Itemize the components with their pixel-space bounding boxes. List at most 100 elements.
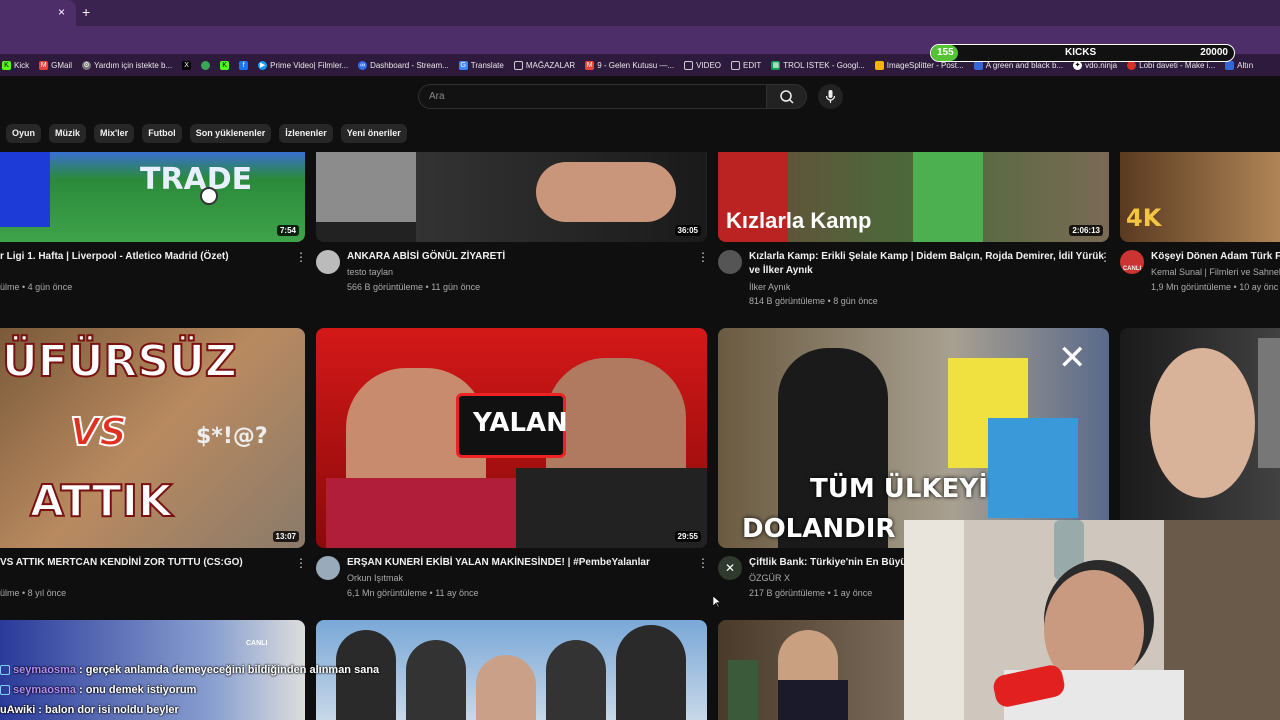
more-options-icon[interactable]: ⋮ [1099,250,1111,264]
video-title-line2[interactable]: ve İlker Aynık [749,264,813,278]
screen: × + K Kick M GMail ⚙ Yardım için istekte b.… [0,0,1280,720]
duration-badge: 2:06:13 [1069,225,1103,236]
video-meta: 566 B görüntüleme • 11 gün önce [347,282,481,292]
video-title[interactable]: Köşeyi Dönen Adam Türk Fil [1151,250,1280,264]
chat-username: seymaosma [13,684,76,696]
bookmark-altin[interactable]: Altın [1225,60,1254,70]
new-tab-button[interactable]: + [82,4,90,20]
video-thumbnail-kemal[interactable]: 4K [1120,152,1280,242]
video-meta: ülme • 4 gün önce [0,282,73,292]
chip-izlenenler[interactable]: İzlenenler [279,124,333,143]
chip-oyun[interactable]: Oyun [6,124,42,143]
video-title[interactable]: ERŞAN KUNERİ EKİBİ YALAN MAKİNESİNDE! | … [347,556,650,570]
video-title[interactable]: ANKARA ABİSİ GÖNÜL ZİYARETİ [347,250,505,264]
bookmark-folder-magazalar[interactable]: MAĞAZALAR [513,60,576,70]
more-options-icon[interactable]: ⋮ [697,556,709,570]
more-options-icon[interactable]: ⋮ [697,250,709,264]
channel-avatar[interactable] [718,250,742,274]
kicks-current: 155 [937,47,954,58]
mouse-cursor-icon [713,596,721,608]
kicks-goal: 20000 [1200,47,1228,58]
bookmark-label: Altın [1237,60,1254,70]
chat-badge-icon [0,685,10,695]
thumb-text: Kızlarla Kamp [726,208,872,233]
video-thumbnail-ankara[interactable]: 36:05 [316,152,707,242]
chip-muzik[interactable]: Müzik [49,124,87,143]
video-thumbnail-csgo[interactable]: ÜFÜRSÜZ VS $*!@? ATTIK 13:07 [0,328,305,548]
channel-avatar[interactable] [316,250,340,274]
bookmark-green-icon[interactable] [201,60,211,70]
bookmark-folder-edit[interactable]: EDIT [731,60,762,70]
bookmark-kick[interactable]: K Kick [2,60,30,70]
video-title[interactable]: Kızlarla Kamp: Erikli Şelale Kamp | Dide… [749,250,1104,264]
thumb-symbols: $*!@? [196,424,268,449]
bookmark-label: 9 - Gelen Kutusu —... [597,60,675,70]
channel-avatar-live[interactable]: CANLI [1120,250,1144,274]
bookmark-facebook[interactable]: f [239,60,249,70]
thumb-ad-board: TRADE [140,162,253,197]
chat-text: : gerçek anlamda demeyeceğini bildiğinde… [79,664,380,676]
bookmark-folder-video[interactable]: VIDEO [684,60,721,70]
video-thumbnail-yalan[interactable]: YALAN 29:55 [316,328,707,548]
video-thumbnail-bald-man[interactable] [1120,328,1280,520]
thumb-text: TÜM ÜLKEYİ [810,474,988,504]
bookmark-gmail[interactable]: M GMail [39,60,73,70]
chip-futbol[interactable]: Futbol [142,124,182,143]
bookmark-kick-2[interactable]: K [220,60,230,70]
live-badge: CANLI [246,640,268,647]
duration-badge: 36:05 [674,225,701,236]
bookmark-x[interactable]: X [182,60,192,70]
channel-name[interactable]: Orkun Işıtmak [347,571,403,585]
bookmark-dashboard[interactable]: ∞ Dashboard - Stream... [358,60,449,70]
more-options-icon[interactable]: ⋮ [295,556,307,570]
category-chips: Oyun Müzik Mix'ler Futbol Son yüklenenle… [6,124,407,143]
search-input[interactable]: Ara [418,84,766,109]
video-thumbnail-football[interactable]: TRADE 7:54 [0,152,305,242]
channel-avatar[interactable] [316,556,340,580]
channel-name[interactable]: İlker Aynık [749,280,790,294]
close-tab-icon[interactable]: × [58,5,65,19]
microphone-icon [825,90,836,103]
thumb-text: ÜFÜRSÜZ [1,335,238,388]
channel-name[interactable]: testo taylan [347,265,393,279]
channel-logo-x: ✕ [1058,338,1087,378]
kicks-label: KICKS [1065,47,1097,58]
video-title[interactable]: VS ATTIK MERTCAN KENDİNİ ZOR TUTTU (CS:G… [0,556,243,570]
bookmark-translate[interactable]: G Translate [458,60,504,70]
chip-mixler[interactable]: Mix'ler [94,124,135,143]
video-thumbnail-court[interactable] [718,620,904,720]
voice-search-button[interactable] [818,84,843,109]
channel-avatar[interactable]: ✕ [718,556,742,580]
thumb-vs: VS [69,409,128,455]
bookmark-label: MAĞAZALAR [525,60,576,70]
channel-name[interactable]: Kemal Sunal | Filmleri ve Sahnel [1151,265,1280,279]
bookmark-trol-istek[interactable]: ▦ TROL ISTEK - Googl... [771,60,865,70]
more-options-icon[interactable]: ⋮ [295,250,307,264]
bookmark-label: Prime Video| Filmler... [270,60,349,70]
bookmark-prime-video[interactable]: ▶ Prime Video| Filmler... [258,60,349,70]
active-tab[interactable]: × [0,0,76,26]
video-meta: 1,9 Mn görüntüleme • 10 ay önc [1151,282,1279,292]
video-thumbnail-ciftlik[interactable]: ✕ TÜM ÜLKEYİ DOLANDIR [718,328,1109,548]
chat-message: seymaosma: onu demek istiyorum [0,680,420,700]
bookmark-label: EDIT [743,60,762,70]
chip-son-yuklenenler[interactable]: Son yüklenenler [189,124,272,143]
search-button[interactable] [766,84,807,109]
bookmark-label: Kick [14,60,30,70]
video-meta: 217 B görüntüleme • 1 ay önce [749,588,873,598]
bookmark-label: GMail [51,60,73,70]
thumb-text-2: ATTIK [29,475,173,528]
bookmark-help[interactable]: ⚙ Yardım için istekte b... [82,60,172,70]
video-title[interactable]: Çiftlik Bank: Türkiye'nin En Büyük [749,556,912,570]
video-title[interactable]: r Ligi 1. Hafta | Liverpool - Atletico M… [0,250,229,264]
channel-name[interactable]: ÖZGÜR X [749,571,790,585]
bookmark-inbox[interactable]: M9 - Gelen Kutusu —... [585,60,675,70]
chat-username: seymaosma [13,664,76,676]
video-meta: 6,1 Mn görüntüleme • 11 ay önce [347,588,479,598]
chip-yeni-oneriler[interactable]: Yeni öneriler [340,124,407,143]
video-meta: 814 B görüntüleme • 8 gün önce [749,296,878,306]
video-thumbnail-kamp[interactable]: Kızlarla Kamp 2:06:13 [718,152,1109,242]
chat-badge-icon [0,665,10,675]
video-meta: ülme • 8 yıl önce [0,588,67,598]
chat-text: : balon dor isi noldu beyler [38,704,179,716]
